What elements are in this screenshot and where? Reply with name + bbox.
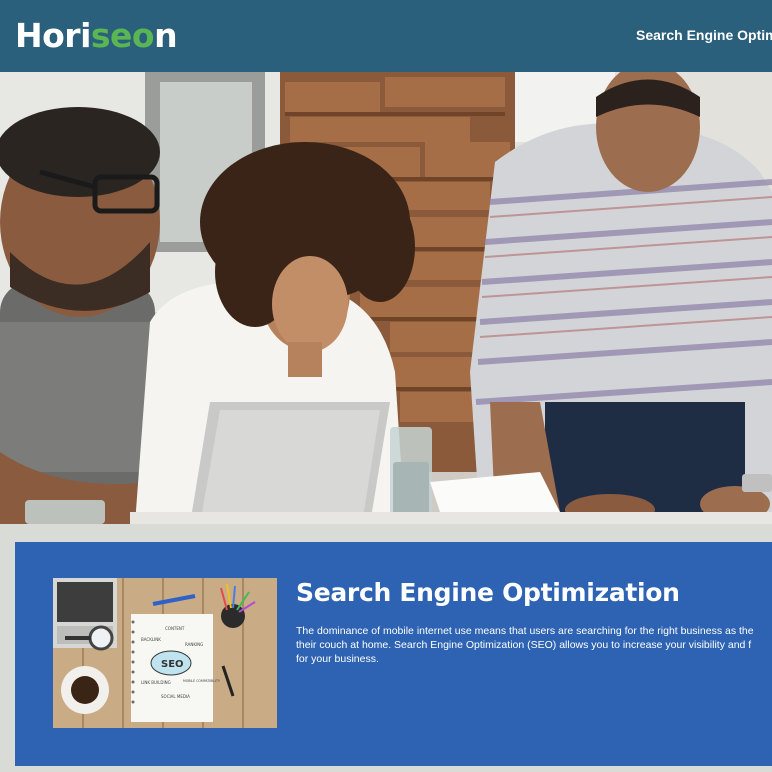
thumb-backlink-word: BACKLINK bbox=[141, 637, 161, 642]
logo-prefix: Hori bbox=[15, 16, 91, 55]
card-title: Search Engine Optimization bbox=[296, 578, 680, 607]
logo-suffix: n bbox=[154, 16, 178, 55]
card-body: The dominance of mobile internet use mea… bbox=[296, 624, 772, 666]
seo-thumbnail: SEO CONTENT BACKLINK RANKING LINK BUILDI… bbox=[53, 578, 277, 728]
hero-image bbox=[0, 72, 772, 524]
thumb-ranking-word: RANKING bbox=[185, 642, 203, 647]
nav-link-seo[interactable]: Search Engine Optimiz bbox=[636, 24, 772, 46]
thumb-seo-word: SEO bbox=[161, 659, 184, 670]
site-logo[interactable]: Horiseon bbox=[15, 14, 178, 58]
thumb-content-word: CONTENT bbox=[165, 626, 185, 631]
card-body-line-3: for your business. bbox=[296, 653, 379, 665]
thumb-social-media-word: SOCIAL MEDIA bbox=[161, 694, 190, 699]
logo-highlight: seo bbox=[90, 16, 155, 55]
seo-card: SEO CONTENT BACKLINK RANKING LINK BUILDI… bbox=[15, 542, 772, 766]
thumb-mobile-word: MOBILE COMPATIBILITY bbox=[183, 679, 220, 683]
site-header: Horiseon Search Engine Optimiz bbox=[0, 0, 772, 72]
card-body-line-1: The dominance of mobile internet use mea… bbox=[296, 625, 754, 637]
thumb-link-building-word: LINK BUILDING bbox=[141, 680, 171, 685]
card-body-line-2: their couch at home. Search Engine Optim… bbox=[296, 639, 752, 651]
hero-illustration bbox=[0, 72, 772, 524]
